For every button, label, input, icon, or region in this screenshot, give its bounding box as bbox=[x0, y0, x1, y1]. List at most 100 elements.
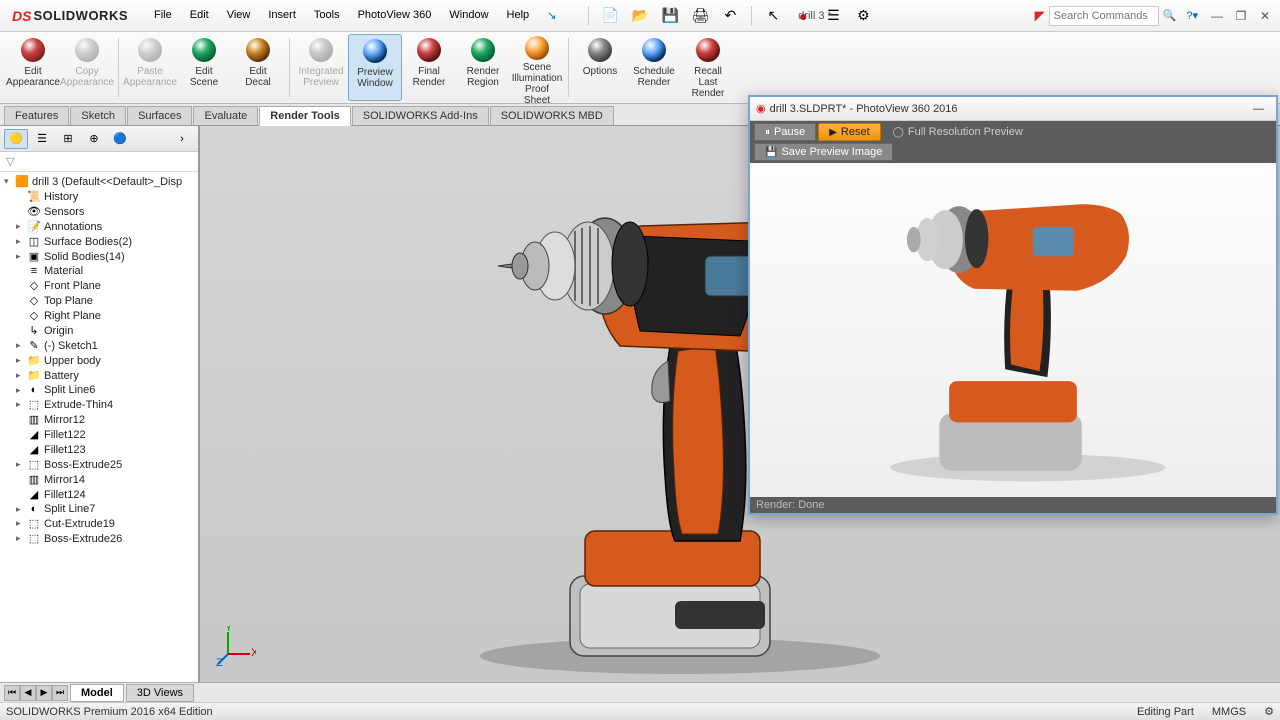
search-commands: ◤ 🔍 ?▾ bbox=[1035, 6, 1198, 26]
tree-label: Material bbox=[44, 265, 83, 277]
restore-button[interactable]: ❐ bbox=[1230, 7, 1252, 25]
tree-item[interactable]: ▸⬚Boss-Extrude25 bbox=[0, 457, 198, 472]
render-region-button[interactable]: RenderRegion bbox=[456, 34, 510, 101]
tree-item[interactable]: ◢Fillet122 bbox=[0, 427, 198, 442]
menu-view[interactable]: View bbox=[219, 5, 259, 26]
tree-root[interactable]: ▾ 🟧 drill 3 (Default<<Default>_Disp bbox=[0, 174, 198, 189]
edit-decal-button[interactable]: EditDecal bbox=[231, 34, 285, 101]
close-button[interactable]: ✕ bbox=[1254, 7, 1276, 25]
title-bar: DS SOLIDWORKS File Edit View Insert Tool… bbox=[0, 0, 1280, 32]
menu-insert[interactable]: Insert bbox=[260, 5, 304, 26]
tree-label: Split Line6 bbox=[44, 384, 95, 396]
tab-first-button[interactable]: ⏮ bbox=[4, 685, 20, 701]
logo-sw: SOLIDWORKS bbox=[33, 8, 128, 23]
tab-evaluate[interactable]: Evaluate bbox=[193, 106, 258, 125]
options-button[interactable]: Options bbox=[573, 34, 627, 101]
scene-illum-button[interactable]: SceneIlluminationProof Sheet bbox=[510, 34, 564, 101]
app-logo: DS SOLIDWORKS bbox=[4, 8, 136, 24]
tab-solidworks-add-ins[interactable]: SOLIDWORKS Add-Ins bbox=[352, 106, 489, 125]
menu-edit[interactable]: Edit bbox=[182, 5, 217, 26]
settings-button[interactable]: ⚙ bbox=[850, 5, 876, 27]
menu-tools[interactable]: Tools bbox=[306, 5, 348, 26]
feature-tree-tab[interactable]: 🟡 bbox=[4, 129, 28, 149]
search-icon[interactable]: 🔍 bbox=[1163, 9, 1177, 22]
tree-label: Fillet124 bbox=[44, 489, 86, 501]
separator bbox=[118, 38, 119, 97]
tree-item[interactable]: 📜History bbox=[0, 189, 198, 204]
menu-file[interactable]: File bbox=[146, 5, 180, 26]
search-input[interactable] bbox=[1049, 6, 1159, 26]
tree-icon: 📜 bbox=[26, 190, 42, 203]
tab-next-button[interactable]: ▶ bbox=[36, 685, 52, 701]
final-render-button[interactable]: FinalRender bbox=[402, 34, 456, 101]
tab-3dviews[interactable]: 3D Views bbox=[126, 684, 194, 702]
tree-icon: 📁 bbox=[26, 354, 42, 367]
tree-icon: ⬚ bbox=[26, 517, 42, 530]
tree-item[interactable]: ▸⬚Extrude-Thin4 bbox=[0, 397, 198, 412]
tree-item[interactable]: ≡Material bbox=[0, 264, 198, 278]
tree-item[interactable]: ◇Right Plane bbox=[0, 308, 198, 323]
tree-item[interactable]: ▸📝Annotations bbox=[0, 219, 198, 234]
status-units[interactable]: MMGS bbox=[1212, 706, 1246, 718]
tree-item[interactable]: ◇Front Plane bbox=[0, 278, 198, 293]
tree-item[interactable]: ▸◐Split Line6 bbox=[0, 383, 198, 397]
tree-item[interactable]: ▸◐Split Line7 bbox=[0, 502, 198, 516]
tree-item[interactable]: ▸📁Upper body bbox=[0, 353, 198, 368]
edit-appearance-button[interactable]: EditAppearance bbox=[6, 34, 60, 101]
svg-text:Z: Z bbox=[216, 657, 223, 666]
ribbon-label: RecallLastRender bbox=[692, 66, 725, 99]
status-custom-icon[interactable]: ⚙ bbox=[1264, 705, 1274, 718]
tree-item[interactable]: ▸▣Solid Bodies(14) bbox=[0, 249, 198, 264]
recall-last-button[interactable]: RecallLastRender bbox=[681, 34, 735, 101]
expand-icon[interactable]: › bbox=[170, 129, 194, 149]
tab-surfaces[interactable]: Surfaces bbox=[127, 106, 192, 125]
schedule-render-button[interactable]: ScheduleRender bbox=[627, 34, 681, 101]
full-resolution-checkbox[interactable]: ◯ Full Resolution Preview bbox=[893, 126, 1023, 138]
integrated-preview-icon bbox=[307, 36, 335, 64]
config-manager-tab[interactable]: ⊞ bbox=[56, 129, 80, 149]
tree-item[interactable]: ◇Top Plane bbox=[0, 293, 198, 308]
tab-render-tools[interactable]: Render Tools bbox=[259, 106, 350, 126]
minimize-button[interactable]: — bbox=[1206, 7, 1228, 25]
tab-solidworks-mbd[interactable]: SOLIDWORKS MBD bbox=[490, 106, 614, 125]
tree-item[interactable]: ▸⬚Cut-Extrude19 bbox=[0, 516, 198, 531]
popup-minimize-button[interactable]: — bbox=[1247, 103, 1270, 115]
pause-button[interactable]: ⏸ Pause bbox=[754, 123, 816, 141]
tab-sketch[interactable]: Sketch bbox=[70, 106, 126, 125]
tree-item[interactable]: ▥Mirror12 bbox=[0, 412, 198, 427]
help-icon[interactable]: ?▾ bbox=[1186, 9, 1198, 22]
tree-item[interactable]: ▥Mirror14 bbox=[0, 472, 198, 487]
tree-item[interactable]: ▸⬚Boss-Extrude26 bbox=[0, 531, 198, 546]
tab-features[interactable]: Features bbox=[4, 106, 69, 125]
edit-scene-button[interactable]: EditScene bbox=[177, 34, 231, 101]
tab-model[interactable]: Model bbox=[70, 684, 124, 702]
tree-icon: ▥ bbox=[26, 473, 42, 486]
tree-icon: ◢ bbox=[26, 488, 42, 501]
reset-button[interactable]: ▶ Reset bbox=[818, 123, 880, 141]
popup-title-bar[interactable]: ◉ drill 3.SLDPRT* - PhotoView 360 2016 — bbox=[750, 97, 1276, 121]
tree-label: Mirror14 bbox=[44, 474, 85, 486]
tree-item[interactable]: ◢Fillet123 bbox=[0, 442, 198, 457]
tree-item[interactable]: ↳Origin bbox=[0, 323, 198, 338]
display-manager-tab[interactable]: 🔵 bbox=[108, 129, 132, 149]
tree-item[interactable]: ▸✎(-) Sketch1 bbox=[0, 338, 198, 353]
menu-photoview[interactable]: PhotoView 360 bbox=[350, 5, 440, 26]
dimxpert-tab[interactable]: ⊕ bbox=[82, 129, 106, 149]
tab-prev-button[interactable]: ◀ bbox=[20, 685, 36, 701]
tab-last-button[interactable]: ⏭ bbox=[52, 685, 68, 701]
tree-icon: 📝 bbox=[26, 220, 42, 233]
preview-window-button[interactable]: PreviewWindow bbox=[348, 34, 402, 101]
tree-item[interactable]: ◢Fillet124 bbox=[0, 487, 198, 502]
tree-item[interactable]: ▸◫Surface Bodies(2) bbox=[0, 234, 198, 249]
document-title: drill 3 * bbox=[448, 10, 832, 22]
ribbon-label: CopyAppearance bbox=[60, 66, 114, 88]
property-manager-tab[interactable]: ☰ bbox=[30, 129, 54, 149]
save-preview-button[interactable]: 💾 Save Preview Image bbox=[754, 143, 893, 161]
tree-root-label: drill 3 (Default<<Default>_Disp bbox=[32, 176, 182, 188]
ribbon-toolbar: EditAppearanceCopyAppearancePasteAppeara… bbox=[0, 32, 1280, 104]
tree-item[interactable]: ▸📁Battery bbox=[0, 368, 198, 383]
filter-row[interactable]: ▽ bbox=[0, 152, 198, 172]
tree-label: Fillet123 bbox=[44, 444, 86, 456]
tree-icon: ✎ bbox=[26, 339, 42, 352]
tree-item[interactable]: 👁Sensors bbox=[0, 204, 198, 219]
